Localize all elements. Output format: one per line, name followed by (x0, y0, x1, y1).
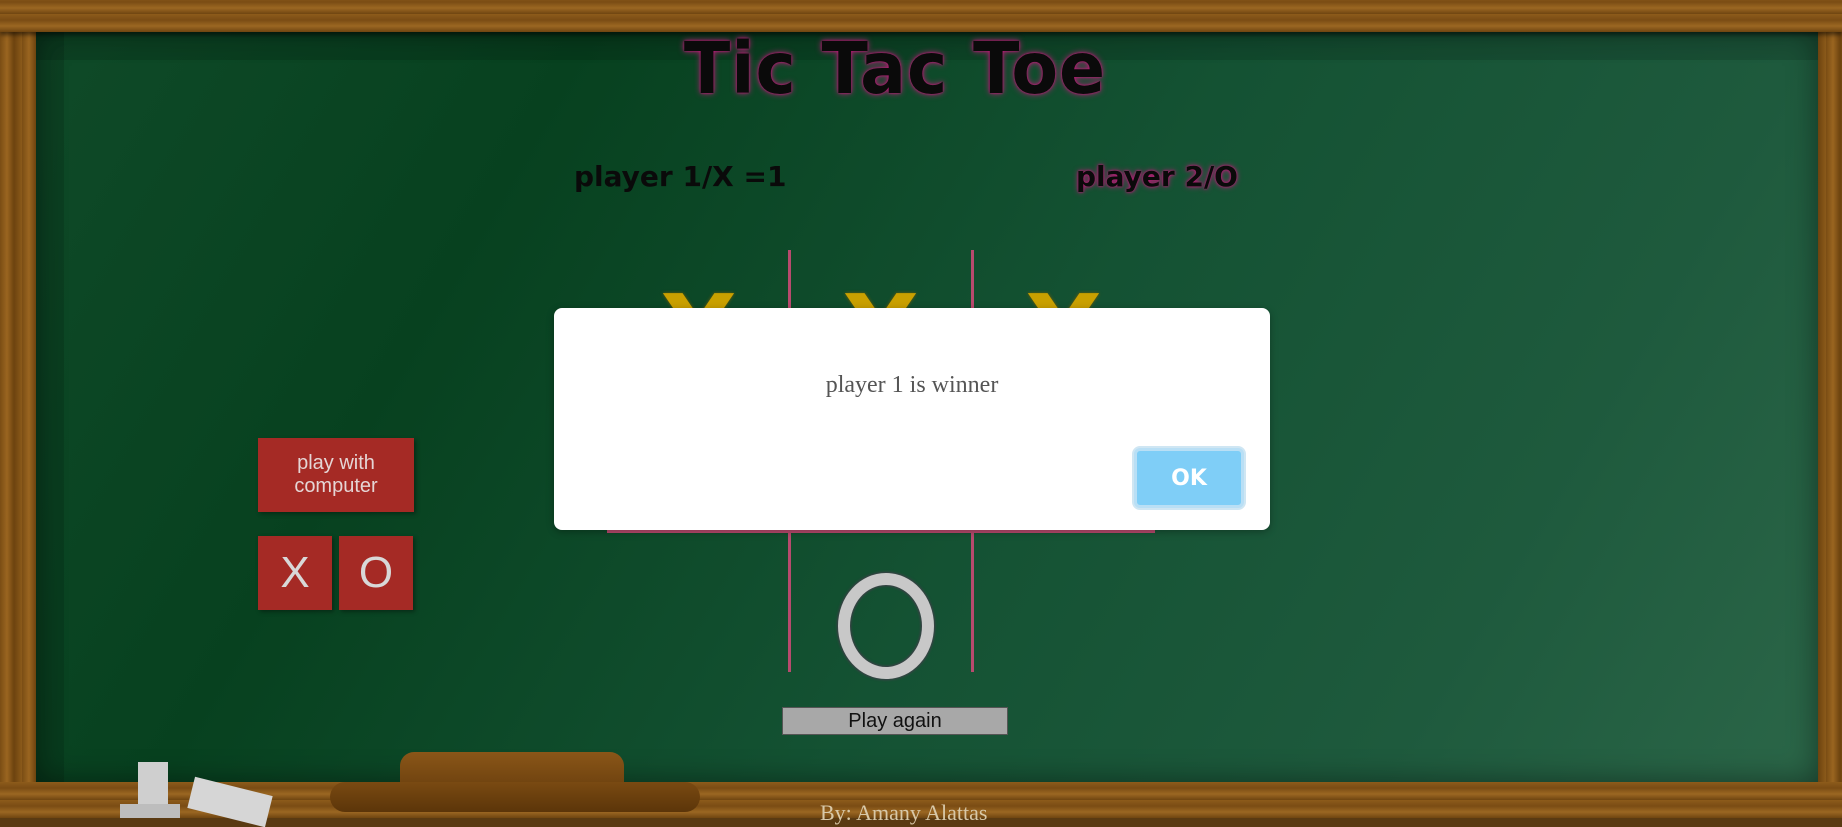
winner-dialog: player 1 is winner OK (554, 308, 1270, 530)
play-again-button[interactable]: Play again (782, 707, 1008, 735)
cell-8-mark-o[interactable] (838, 573, 934, 679)
winner-message: player 1 is winner (825, 372, 999, 398)
chalk-piece (120, 804, 180, 818)
ok-button[interactable]: OK (1134, 448, 1244, 508)
choose-x-button[interactable]: X (258, 536, 332, 610)
board-shadow-left (36, 30, 64, 782)
play-with-computer-button[interactable]: play with computer (258, 438, 414, 512)
player-2-score: player 2/O (1076, 160, 1238, 193)
choose-o-button[interactable]: O (339, 536, 413, 610)
chalk-tray-base (330, 782, 700, 812)
grid-line-horizontal-2 (607, 530, 1155, 533)
player-1-score: player 1/X =1 (574, 160, 787, 193)
game-title: Tic Tac Toe (683, 28, 1107, 111)
author-credit: By: Amany Alattas (820, 800, 988, 825)
